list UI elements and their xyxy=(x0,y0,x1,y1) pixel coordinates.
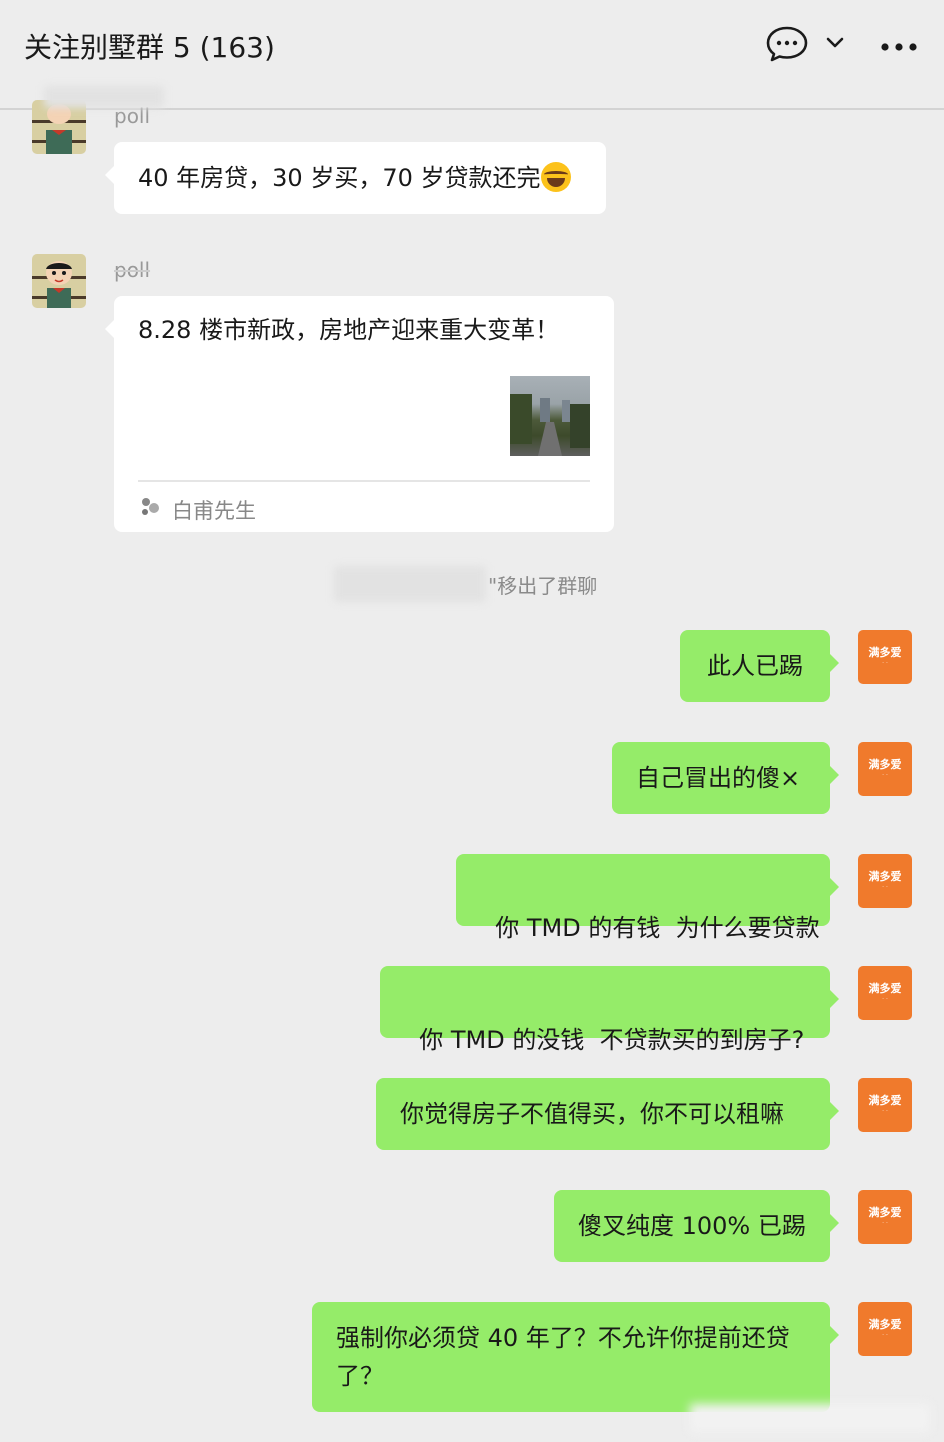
self-avatar[interactable]: 满多爱 · · xyxy=(858,630,912,684)
link-card-bubble[interactable]: 8.28 楼市新政，房地产迎来重大变革！ 白甫先生 xyxy=(105,296,614,532)
message-text: 你 TMD 的有钱 为什么要贷款 xyxy=(495,914,820,942)
system-notice: "移出了群聊 xyxy=(334,566,597,602)
message-text: 你 TMD 的没钱 不贷款买的到房子? xyxy=(419,1026,805,1054)
message-bubble-outgoing[interactable]: 自己冒出的傻× xyxy=(612,742,839,814)
message-bubble-outgoing[interactable]: 你觉得房子不值得买，你不可以租嘛 xyxy=(376,1078,839,1150)
message-text: 强制你必须贷 40 年了？不允许你提前还贷了？ xyxy=(336,1324,790,1390)
source-name: 白甫先生 xyxy=(172,499,256,523)
message-bubble-outgoing[interactable]: 强制你必须贷 40 年了？不允许你提前还贷了？ xyxy=(312,1302,839,1412)
avatar-text: 满多爱 xyxy=(868,758,902,771)
avatar-text: 满多爱 xyxy=(868,1318,902,1331)
message-bubble-outgoing[interactable]: 你 TMD 的有钱 为什么要贷款 xyxy=(456,854,839,942)
chat-title: 关注别墅群 5 (163) xyxy=(24,31,275,64)
avatar-text: 满多爱 xyxy=(868,646,902,659)
avatar-subtext: · · xyxy=(882,996,888,1003)
source-logo-icon xyxy=(138,492,162,530)
tears-of-joy-emoji-icon xyxy=(540,162,571,192)
card-divider xyxy=(138,480,590,482)
message-bubble-outgoing[interactable]: 傻叉纯度 100% 已踢 xyxy=(554,1190,839,1262)
self-avatar[interactable]: 满多爱 · · xyxy=(858,1190,912,1244)
sender-name: poll xyxy=(114,258,151,282)
message-text: 自己冒出的傻× xyxy=(636,764,801,792)
self-avatar[interactable]: 满多爱 · · xyxy=(858,742,912,796)
message-text: 傻叉纯度 100% 已踢 xyxy=(578,1212,806,1240)
self-avatar[interactable]: 满多爱 · · xyxy=(858,854,912,908)
blurred-name xyxy=(44,86,164,108)
message-bubble-incoming[interactable]: 40 年房贷，30 岁买，70 岁贷款还完 xyxy=(105,142,606,214)
card-source: 白甫先生 xyxy=(138,492,256,530)
avatar-text: 满多爱 xyxy=(868,1094,902,1107)
self-avatar[interactable]: 满多爱 · · xyxy=(858,966,912,1020)
blurred-name xyxy=(334,566,486,602)
card-title: 8.28 楼市新政，房地产迎来重大变革！ xyxy=(138,316,560,344)
avatar-subtext: · · xyxy=(882,660,888,667)
sender-avatar[interactable] xyxy=(32,100,86,154)
card-thumbnail xyxy=(510,376,590,456)
avatar-subtext: · · xyxy=(882,772,888,779)
message-text: 此人已踢 xyxy=(707,652,803,680)
sender-avatar[interactable] xyxy=(32,254,86,308)
more-options-icon[interactable] xyxy=(880,38,918,57)
chevron-down-icon[interactable] xyxy=(824,32,846,58)
chat-bubble-icon[interactable] xyxy=(766,26,808,66)
avatar-subtext: · · xyxy=(882,884,888,891)
avatar-subtext: · · xyxy=(882,1108,888,1115)
watermark-blur xyxy=(690,1404,930,1432)
message-text: 40 年房贷，30 岁买，70 岁贷款还完 xyxy=(138,164,541,192)
self-avatar[interactable]: 满多爱 · · xyxy=(858,1078,912,1132)
avatar-subtext: · · xyxy=(882,1220,888,1227)
self-avatar[interactable]: 满多爱 · · xyxy=(858,1302,912,1356)
avatar-subtext: · · xyxy=(882,1332,888,1339)
avatar-text: 满多爱 xyxy=(868,982,902,995)
system-notice-text: "移出了群聊 xyxy=(488,573,598,598)
avatar-text: 满多爱 xyxy=(868,1206,902,1219)
message-bubble-outgoing[interactable]: 此人已踢 xyxy=(680,630,839,702)
message-text: 你觉得房子不值得买，你不可以租嘛 xyxy=(400,1100,784,1128)
message-bubble-outgoing[interactable]: 你 TMD 的没钱 不贷款买的到房子? xyxy=(380,966,839,1054)
avatar-text: 满多爱 xyxy=(868,870,902,883)
